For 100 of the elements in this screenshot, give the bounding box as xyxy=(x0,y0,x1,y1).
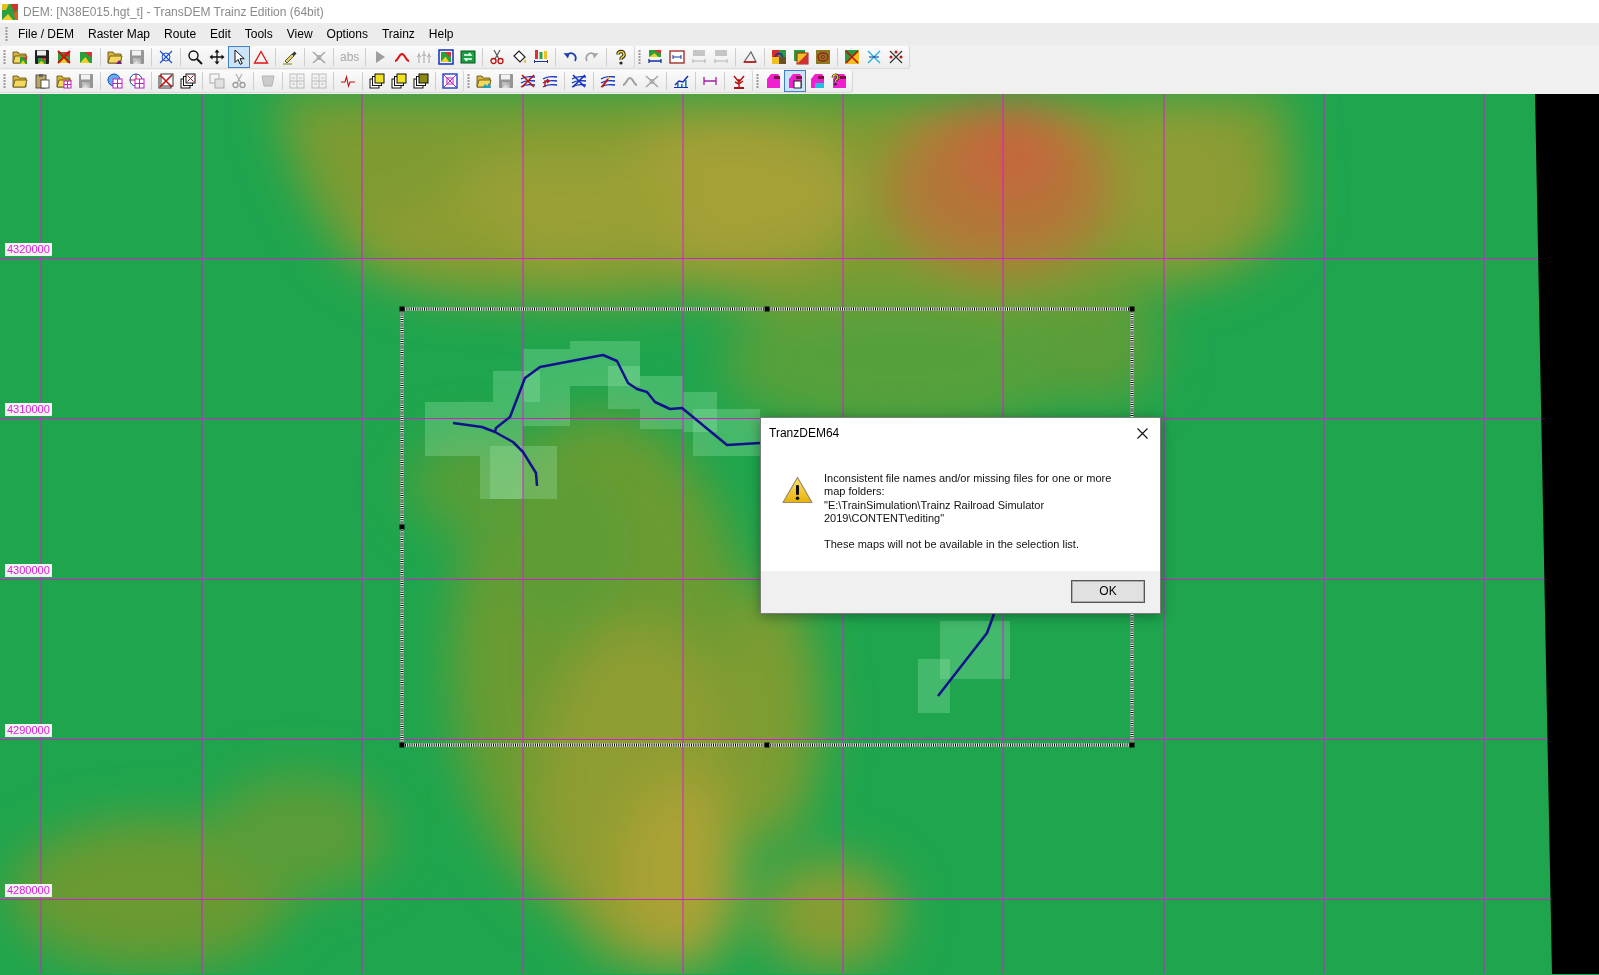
shape-icon xyxy=(787,73,803,89)
resize-handle[interactable] xyxy=(764,306,770,312)
warning-icon xyxy=(782,476,813,504)
menu-item[interactable]: Route xyxy=(157,24,204,44)
grip-icon[interactable] xyxy=(638,49,642,65)
pen-lines-icon xyxy=(600,73,616,89)
tree-icon xyxy=(731,73,747,89)
cross-icon xyxy=(888,49,905,65)
grip-icon[interactable] xyxy=(756,73,759,89)
folder-icon xyxy=(12,73,28,89)
framed-map-icon xyxy=(438,49,455,65)
menu-item[interactable]: Edit xyxy=(203,24,238,44)
grip-icon[interactable] xyxy=(5,26,8,42)
resize-handle[interactable] xyxy=(1129,306,1135,312)
resize-handle[interactable] xyxy=(1129,742,1135,748)
coordinate-label: 4300000 xyxy=(5,564,52,577)
ruler-icon xyxy=(669,49,686,65)
toolbar-button[interactable] xyxy=(228,46,250,68)
crosshair-icon xyxy=(158,49,174,65)
menu-item[interactable]: File / DEM xyxy=(11,24,81,44)
globe-icon xyxy=(129,73,145,89)
layers-icon xyxy=(793,49,810,65)
toolbar-button[interactable] xyxy=(155,70,177,92)
scissors-icon xyxy=(489,49,506,65)
shape-icon xyxy=(765,73,781,89)
chart-icon xyxy=(673,73,689,89)
toolbar-button[interactable] xyxy=(388,70,410,92)
trees-icon xyxy=(416,49,433,65)
ruler-icon xyxy=(647,49,664,65)
cross-icon xyxy=(644,73,660,89)
coordinate-label: 4290000 xyxy=(5,724,52,737)
shape-icon xyxy=(809,73,825,89)
dialog-title: TranzDEM64 xyxy=(769,426,840,440)
paint-bucket-icon xyxy=(511,49,528,65)
bars-icon xyxy=(533,49,550,65)
search-icon xyxy=(187,49,203,65)
map-arrows-icon xyxy=(771,49,788,65)
resize-handle[interactable] xyxy=(399,742,405,748)
toolbar-button[interactable] xyxy=(104,70,126,92)
dialog-message: These maps will not be available in the selection list. xyxy=(824,538,1080,552)
layers-icon xyxy=(180,73,196,89)
grid-icon xyxy=(289,73,305,89)
coordinate-label: 4280000 xyxy=(5,884,52,897)
resize-handle[interactable] xyxy=(399,524,405,530)
layers-icon xyxy=(413,73,429,89)
folder-icon xyxy=(12,49,28,65)
map-tile-icon xyxy=(78,49,94,65)
ruler-icon xyxy=(691,49,708,65)
scissors-icon xyxy=(231,73,247,89)
wave-icon xyxy=(340,73,356,89)
grid-icon xyxy=(311,73,327,89)
ring-map-icon xyxy=(815,49,832,65)
menu-item[interactable]: Raster Map xyxy=(81,24,158,44)
pointer-icon xyxy=(231,49,247,65)
resize-icon xyxy=(209,73,225,89)
pen-icon xyxy=(282,49,298,65)
menu-item[interactable]: Options xyxy=(319,24,375,44)
coordinate-label: 4310000 xyxy=(5,403,52,416)
toolbar-button[interactable] xyxy=(366,70,388,92)
toolbar-button[interactable] xyxy=(177,70,199,92)
folder-icon xyxy=(107,49,123,65)
angle-icon xyxy=(742,49,759,65)
shape-icon xyxy=(831,73,847,89)
map-arrows-icon xyxy=(460,49,477,65)
globe-icon xyxy=(107,73,123,89)
toolbar-button[interactable] xyxy=(784,70,806,92)
app-icon xyxy=(2,3,18,20)
cross-icon xyxy=(866,49,883,65)
layers-icon xyxy=(391,73,407,89)
lines-arrow-icon xyxy=(542,73,558,89)
crossed-lines-icon xyxy=(571,73,587,89)
window-title: DEM: [N38E015.hgt_t] - TransDEM Trainz Edition (64bit) xyxy=(23,4,324,19)
cross-icon xyxy=(844,49,861,65)
triangle-icon xyxy=(253,49,269,65)
menu-item[interactable]: Tools xyxy=(237,24,280,44)
crossed-map-icon xyxy=(56,49,72,65)
menu-item[interactable]: View xyxy=(279,24,320,44)
cross-icon xyxy=(311,49,327,65)
menu-item[interactable]: Help xyxy=(421,24,461,44)
menu-item[interactable]: Trainz xyxy=(374,24,422,44)
resize-handle[interactable] xyxy=(399,306,405,312)
ruler-icon xyxy=(713,49,730,65)
folder-icon xyxy=(56,73,72,89)
dialog-message: Inconsistent file names and/or missing files for one or more map folders: "E:\TrainSimulation\Trainz Railroad Simulator 2019\CONTENT\editing" xyxy=(824,472,1113,526)
coordinate-label: 4320000 xyxy=(5,243,52,256)
folder-icon xyxy=(476,73,492,89)
grip-icon[interactable] xyxy=(3,73,6,89)
crossed-layers-icon xyxy=(158,73,174,89)
grid-icon xyxy=(442,73,458,89)
close-icon xyxy=(1136,427,1148,439)
clipboard-icon xyxy=(34,73,50,89)
resize-handle[interactable] xyxy=(764,742,770,748)
move-icon xyxy=(209,49,225,65)
frame-icon xyxy=(260,73,276,89)
grip-icon[interactable] xyxy=(467,73,470,89)
toolbar-button[interactable] xyxy=(410,70,432,92)
crossed-lines-icon xyxy=(520,73,536,89)
ok-button[interactable]: OK xyxy=(1071,579,1145,603)
layers-icon xyxy=(369,73,385,89)
grip-icon[interactable] xyxy=(3,49,6,65)
